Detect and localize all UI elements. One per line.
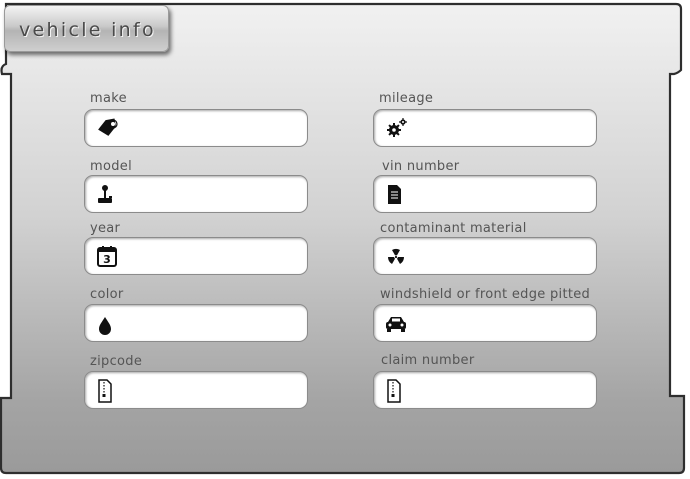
make-field	[84, 109, 308, 147]
zipcode-input[interactable]	[119, 378, 305, 404]
make-label: make	[90, 91, 127, 106]
color-label: color	[90, 287, 124, 302]
claim-number-field	[373, 371, 597, 409]
zipcode-field	[84, 371, 308, 409]
mileage-field	[373, 109, 597, 147]
radiation-icon	[384, 244, 408, 270]
vin-number-label: vin number	[382, 159, 460, 174]
section-tab: vehicle info	[4, 5, 169, 52]
model-input[interactable]	[119, 182, 305, 208]
windshield-label: windshield or front edge pitted	[380, 287, 591, 302]
vin-number-field	[373, 175, 597, 213]
zip-file-icon	[384, 378, 408, 404]
windshield-input[interactable]	[408, 311, 594, 337]
calendar-icon: 3	[95, 244, 119, 270]
color-field	[84, 304, 308, 342]
document-icon	[384, 182, 408, 208]
vehicle-info-panel: vehicle info make model year 3 color zip…	[0, 0, 690, 479]
tag-icon	[95, 116, 119, 142]
year-input[interactable]	[119, 244, 305, 270]
mileage-input[interactable]	[408, 116, 594, 142]
contaminant-material-input[interactable]	[408, 244, 594, 270]
make-input[interactable]	[119, 116, 305, 142]
car-icon	[384, 311, 408, 337]
joystick-icon	[95, 182, 119, 208]
claim-number-label: claim number	[381, 353, 475, 368]
color-input[interactable]	[119, 311, 305, 337]
vin-number-input[interactable]	[408, 182, 594, 208]
calendar-day: 3	[103, 253, 111, 266]
contaminant-material-field	[373, 237, 597, 275]
zip-file-icon	[95, 378, 119, 404]
year-label: year	[90, 221, 121, 236]
section-title: vehicle info	[19, 19, 156, 41]
gears-icon	[384, 116, 408, 142]
mileage-label: mileage	[379, 91, 434, 106]
zipcode-label: zipcode	[90, 354, 143, 369]
claim-number-input[interactable]	[408, 378, 594, 404]
drop-icon	[95, 311, 119, 337]
year-field: 3	[84, 237, 308, 275]
contaminant-material-label: contaminant material	[380, 221, 527, 236]
model-label: model	[90, 159, 132, 174]
windshield-field	[373, 304, 597, 342]
model-field	[84, 175, 308, 213]
